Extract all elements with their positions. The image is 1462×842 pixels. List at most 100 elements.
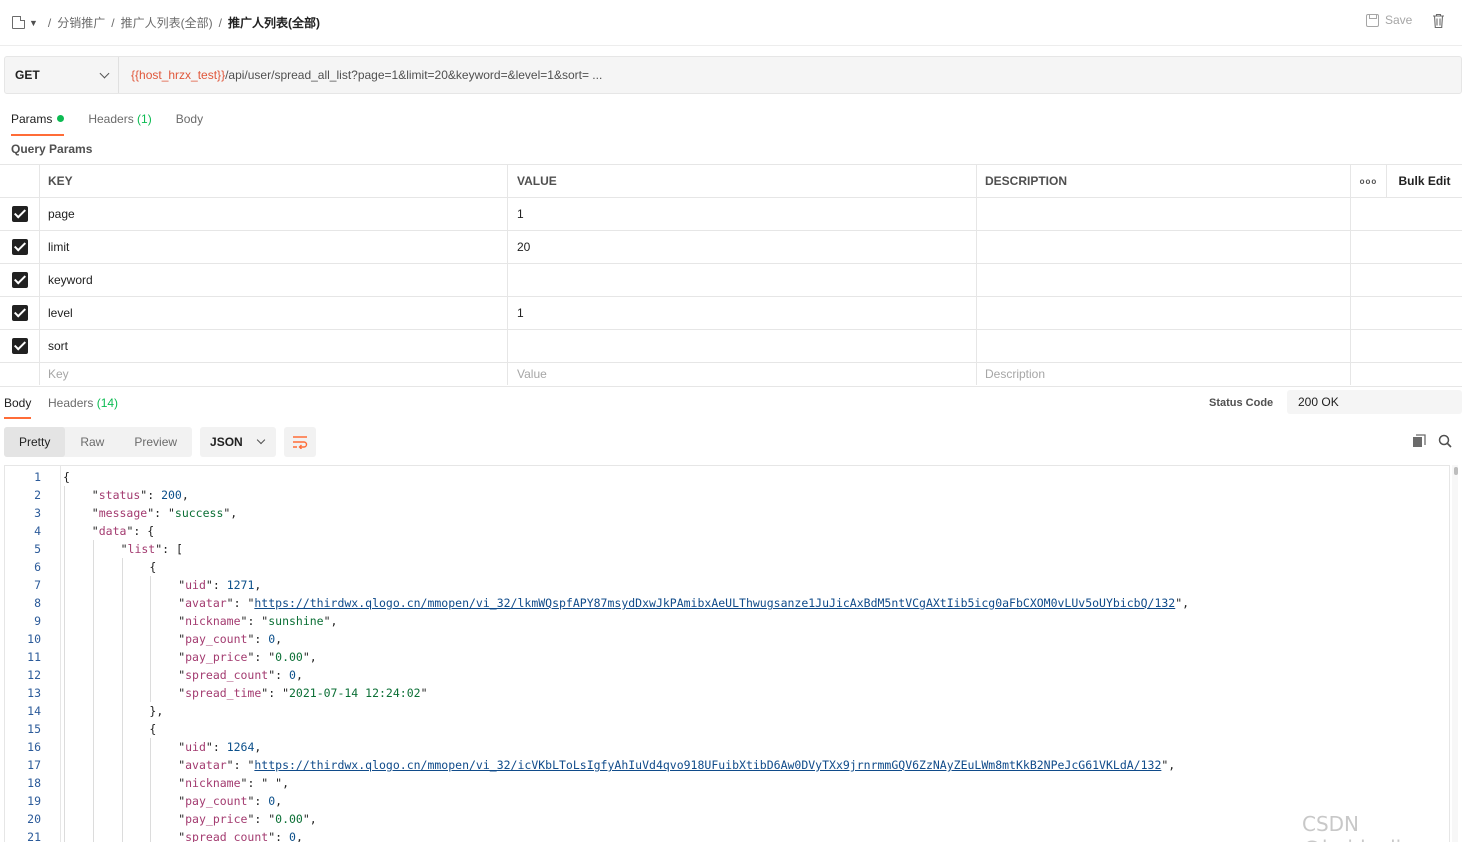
code-text: { bbox=[149, 560, 157, 574]
code-text: "pay_price": "0.00", bbox=[178, 650, 317, 664]
code-text: "spread_time": "2021-07-14 12:24:02" bbox=[178, 686, 428, 700]
tab-response-headers[interactable]: Headers (14) bbox=[48, 396, 118, 410]
code-scrollbar[interactable] bbox=[1452, 465, 1458, 842]
trash-icon[interactable] bbox=[1432, 13, 1445, 29]
breadcrumb-current[interactable]: 推广人列表(全部) bbox=[228, 14, 320, 31]
breadcrumb-item[interactable]: 分销推广 bbox=[57, 14, 105, 31]
view-preview-button[interactable]: Preview bbox=[119, 427, 192, 457]
param-description[interactable] bbox=[977, 198, 1351, 230]
param-checkbox[interactable] bbox=[11, 272, 28, 288]
column-value: VALUE bbox=[508, 165, 977, 197]
new-description-input[interactable]: Description bbox=[977, 363, 1351, 385]
method-label: GET bbox=[15, 68, 40, 82]
scrollbar-thumb[interactable] bbox=[1454, 467, 1458, 475]
caret-down-icon[interactable]: ▼ bbox=[29, 18, 38, 28]
code-text: "list": [ bbox=[120, 542, 183, 556]
param-checkbox[interactable] bbox=[11, 305, 28, 321]
method-select[interactable]: GET bbox=[5, 57, 119, 93]
line-number: 17 bbox=[27, 758, 41, 772]
param-value[interactable] bbox=[508, 264, 977, 296]
wrap-lines-button[interactable] bbox=[284, 427, 317, 457]
save-button[interactable]: Save bbox=[1366, 13, 1412, 27]
code-text: "pay_price": "0.00", bbox=[178, 812, 317, 826]
param-description[interactable] bbox=[977, 264, 1351, 296]
param-value[interactable]: 1 bbox=[508, 297, 977, 329]
copy-icon[interactable] bbox=[1412, 434, 1426, 448]
more-icon: ooo bbox=[1359, 176, 1378, 186]
format-select[interactable]: JSON bbox=[200, 427, 277, 457]
code-text: "avatar": "https://thirdwx.qlogo.cn/mmop… bbox=[178, 758, 1176, 772]
response-toolbar: Pretty Raw Preview JSON bbox=[4, 426, 317, 458]
line-number: 10 bbox=[27, 632, 41, 646]
param-key[interactable]: keyword bbox=[40, 264, 508, 296]
line-number: 1 bbox=[34, 470, 41, 484]
param-key[interactable]: page bbox=[40, 198, 508, 230]
line-number: 3 bbox=[34, 506, 41, 520]
tab-response-body[interactable]: Body bbox=[4, 396, 32, 419]
param-description[interactable] bbox=[977, 297, 1351, 329]
new-key-input[interactable]: Key bbox=[40, 363, 508, 385]
line-number: 18 bbox=[27, 776, 41, 790]
line-number: 11 bbox=[27, 650, 41, 664]
save-label: Save bbox=[1385, 13, 1413, 27]
url-input[interactable]: {{host_hrzx_test}}/api/user/spread_all_l… bbox=[119, 68, 602, 82]
param-row: limit 20 bbox=[0, 231, 1462, 264]
tab-headers[interactable]: Headers (1) bbox=[88, 112, 151, 136]
param-checkbox[interactable] bbox=[11, 206, 28, 222]
indent-guide bbox=[64, 486, 65, 842]
tab-body[interactable]: Body bbox=[176, 112, 203, 136]
param-description[interactable] bbox=[977, 330, 1351, 362]
view-raw-button[interactable]: Raw bbox=[65, 427, 119, 457]
url-variable: {{host_hrzx_test}} bbox=[131, 68, 226, 82]
param-key[interactable]: level bbox=[40, 297, 508, 329]
search-icon[interactable] bbox=[1438, 434, 1452, 448]
column-description: DESCRIPTION bbox=[977, 165, 1351, 197]
more-options-button[interactable]: ooo bbox=[1351, 165, 1387, 197]
code-text: "data": { bbox=[91, 524, 155, 538]
response-body-viewer[interactable]: 1 {2 "status": 200, 3 "message": "success", 4… bbox=[4, 465, 1450, 842]
breadcrumb-item[interactable]: 推广人列表(全部) bbox=[121, 14, 213, 31]
param-row: page 1 bbox=[0, 198, 1462, 231]
indent-guide bbox=[150, 576, 152, 702]
code-text: "uid": 1264, bbox=[178, 740, 262, 754]
new-value-input[interactable]: Value bbox=[508, 363, 977, 385]
request-doc-icon bbox=[12, 16, 25, 29]
param-description[interactable] bbox=[977, 231, 1351, 263]
url-path: /api/user/spread_all_list?page=1&limit=2… bbox=[225, 68, 603, 82]
chevron-down-icon bbox=[256, 435, 266, 445]
line-number: 20 bbox=[27, 812, 41, 826]
code-text: "nickname": "sunshine", bbox=[178, 614, 338, 628]
line-number: 7 bbox=[34, 578, 41, 592]
param-row: level 1 bbox=[0, 297, 1462, 330]
code-text: "spread_count": 0, bbox=[178, 830, 303, 842]
param-checkbox[interactable] bbox=[11, 239, 28, 255]
view-pretty-button[interactable]: Pretty bbox=[4, 427, 66, 457]
param-checkbox[interactable] bbox=[11, 338, 28, 354]
param-value[interactable] bbox=[508, 330, 977, 362]
params-table: KEY VALUE DESCRIPTION ooo Bulk Edit page… bbox=[0, 164, 1462, 385]
line-number: 15 bbox=[27, 722, 41, 736]
breadcrumb: ▼ / 分销推广 / 推广人列表(全部) / 推广人列表(全部) bbox=[12, 14, 320, 31]
indent-guide bbox=[92, 540, 94, 842]
code-text: "avatar": "https://thirdwx.qlogo.cn/mmop… bbox=[178, 596, 1190, 610]
bulk-edit-button[interactable]: Bulk Edit bbox=[1387, 165, 1462, 197]
view-mode-selector: Pretty Raw Preview bbox=[4, 427, 193, 457]
param-row: keyword bbox=[0, 264, 1462, 297]
active-dot-icon bbox=[57, 115, 65, 122]
indent-guide bbox=[150, 738, 152, 842]
indent-guide bbox=[121, 558, 123, 842]
code-text: "uid": 1271, bbox=[178, 578, 262, 592]
line-number: 14 bbox=[27, 704, 41, 718]
request-bar: GET {{host_hrzx_test}}/api/user/spread_a… bbox=[4, 56, 1462, 94]
line-number: 13 bbox=[27, 686, 41, 700]
param-key[interactable]: sort bbox=[40, 330, 508, 362]
param-key[interactable]: limit bbox=[40, 231, 508, 263]
code-text: "nickname": " ", bbox=[178, 776, 290, 790]
chevron-down-icon bbox=[99, 68, 110, 78]
response-tabs: Body Headers (14) Status Code 200 OK bbox=[0, 386, 1462, 419]
line-number: 5 bbox=[34, 542, 41, 556]
tab-params[interactable]: Params bbox=[11, 112, 65, 136]
query-params-title: Query Params bbox=[11, 142, 93, 156]
param-value[interactable]: 20 bbox=[508, 231, 977, 263]
param-value[interactable]: 1 bbox=[508, 198, 977, 230]
